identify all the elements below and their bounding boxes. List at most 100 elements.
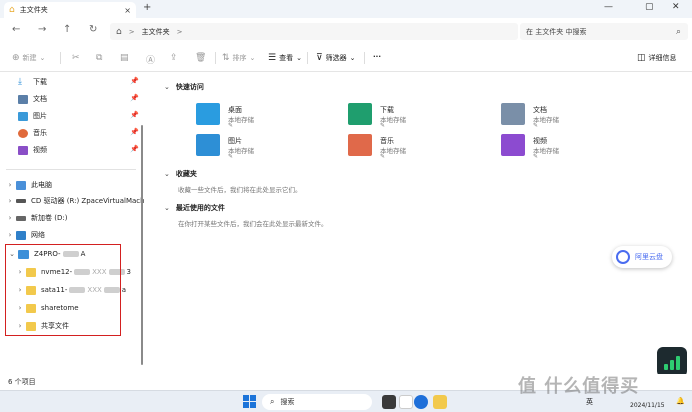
sidebar-item-pictures[interactable]: 图片 <box>0 109 47 123</box>
windows-start-icon[interactable] <box>243 395 256 408</box>
chevron-down-icon: ⌄ <box>349 54 356 62</box>
view-button[interactable]: ☰ 查看 ⌄ <box>268 53 302 63</box>
tab-home[interactable]: ⌂ 主文件夹 × <box>4 2 136 18</box>
back-arrow-icon[interactable]: ← <box>12 24 20 35</box>
navigation-bar: ← → ↑ ↻ ⌂ > 主文件夹 > 在 主文件夹 中搜索 ⌕ <box>0 18 692 44</box>
sidebar-item-documents[interactable]: 文档 <box>0 92 47 106</box>
new-label: 新建 <box>22 54 37 62</box>
tile-videos[interactable]: 视频 本地存储 ✎ <box>501 134 621 162</box>
tile-music[interactable]: 音乐 本地存储 ✎ <box>348 134 468 162</box>
desktop-folder-icon <box>196 103 220 125</box>
rename-icon[interactable]: Ⓐ <box>146 53 158 66</box>
paste-icon[interactable]: ▤ <box>120 53 132 63</box>
pictures-folder-icon <box>196 134 220 156</box>
copy-icon[interactable]: ⧉ <box>96 53 105 63</box>
up-arrow-icon[interactable]: ↑ <box>63 24 71 35</box>
share-icon[interactable]: ⇪ <box>170 53 181 63</box>
pin-icon: 📌 <box>130 94 139 102</box>
chevron-down-icon: ⌄ <box>164 170 170 178</box>
cloud-widget-label: 阿里云盘 <box>635 253 663 261</box>
chevron-down-icon: ⌄ <box>164 204 170 212</box>
sort-button[interactable]: ⇅ 排序 ⌄ <box>222 53 255 63</box>
chevron-down-icon: ⌄ <box>296 54 302 62</box>
minimize-button[interactable]: — <box>604 2 613 12</box>
tile-desktop[interactable]: 桌面 本地存储 ✎ <box>196 103 316 131</box>
sidebar-label: CD 驱动器 (R:) ZpaceVirtualMach <box>31 197 145 205</box>
sidebar-divider <box>6 169 136 170</box>
pictures-icon <box>18 111 28 121</box>
filter-label: 筛选器 <box>325 54 347 62</box>
section-title: 最近使用的文件 <box>175 204 225 212</box>
cd-drive-icon <box>16 199 26 203</box>
section-recent-files[interactable]: ⌄ 最近使用的文件 <box>164 203 225 213</box>
floating-chart-widget[interactable] <box>657 347 687 377</box>
aliyun-drive-widget[interactable]: 阿里云盘 <box>612 246 672 268</box>
command-bar: ⊕ 新建 ⌄ ✂ ⧉ ▤ Ⓐ ⇪ 🗑 ⇅ 排序 ⌄ ☰ 查看 ⌄ ⊽ 筛选器 ⌄… <box>0 44 692 72</box>
chevron-right-icon[interactable]: › <box>4 181 16 189</box>
filter-button[interactable]: ⊽ 筛选器 ⌄ <box>316 53 355 63</box>
chevron-right-icon[interactable]: › <box>4 214 16 222</box>
sidebar-item-music[interactable]: 音乐 <box>0 126 47 140</box>
refresh-icon[interactable]: ↻ <box>89 24 97 35</box>
forward-arrow-icon[interactable]: → <box>38 24 46 35</box>
section-title: 快速访问 <box>175 83 204 91</box>
tab-label: 主文件夹 <box>19 6 48 14</box>
documents-folder-icon <box>501 103 525 125</box>
recent-empty-message: 在你打开某些文件后，我们会在此处显示最新文件。 <box>178 220 328 228</box>
address-bar[interactable]: ⌂ > 主文件夹 > <box>110 23 518 40</box>
tab-close-button[interactable]: × <box>124 6 131 15</box>
share-name-end: 3 <box>126 268 131 276</box>
notification-bell-icon[interactable]: 🔔 <box>676 397 685 405</box>
sidebar-label: 网络 <box>31 231 45 239</box>
item-count: 6 个项目 <box>8 378 36 386</box>
task-view-icon[interactable] <box>382 395 396 409</box>
sidebar-item-videos[interactable]: 视频 <box>0 143 47 157</box>
chevron-right-icon[interactable]: › <box>4 231 16 239</box>
search-input[interactable]: 在 主文件夹 中搜索 ⌕ <box>520 23 688 40</box>
sidebar-label: 文档 <box>33 95 47 103</box>
toolbar-divider <box>307 52 308 64</box>
taskbar-search[interactable]: ⌕ 搜索 <box>262 394 372 410</box>
toolbar-divider <box>215 52 216 64</box>
sidebar-item-network[interactable]: › 网络 <box>0 228 45 242</box>
sidebar-item-this-pc[interactable]: › 此电脑 <box>0 178 52 192</box>
music-icon <box>18 128 28 138</box>
downloads-folder-icon <box>348 103 372 125</box>
pin-icon: ✎ <box>533 153 539 160</box>
tile-documents[interactable]: 文档 本地存储 ✎ <box>501 103 621 131</box>
sidebar-label: 图片 <box>33 112 47 120</box>
tile-pictures[interactable]: 图片 本地存储 ✎ <box>196 134 316 162</box>
app-icon[interactable] <box>399 395 413 409</box>
section-favorites[interactable]: ⌄ 收藏夹 <box>164 169 197 179</box>
sidebar-item-new-volume[interactable]: › 新加卷 (D:) <box>0 211 68 225</box>
details-button[interactable]: ◫ 详细信息 <box>637 53 677 63</box>
sidebar-item-downloads[interactable]: ⤓ 下载 <box>0 75 47 89</box>
section-quick-access[interactable]: ⌄ 快速访问 <box>164 82 204 92</box>
view-label: 查看 <box>279 54 294 62</box>
toolbar-divider <box>364 52 365 64</box>
sidebar-label: 下载 <box>33 78 47 86</box>
browser-icon[interactable] <box>414 395 428 409</box>
favorites-empty-message: 收藏一些文件后，我们将在此处显示它们。 <box>178 186 302 194</box>
new-tab-button[interactable]: + <box>143 2 151 13</box>
plus-icon: ⊕ <box>12 53 20 63</box>
sidebar-item-cd-drive[interactable]: › CD 驱动器 (R:) ZpaceVirtualMach <box>0 194 145 208</box>
home-icon: ⌂ <box>9 5 15 15</box>
maximize-button[interactable]: ▢ <box>645 2 654 12</box>
breadcrumb-home[interactable]: 主文件夹 <box>142 27 170 37</box>
delete-icon[interactable]: 🗑 <box>195 53 209 63</box>
sidebar-scrollbar[interactable] <box>141 125 143 365</box>
new-button[interactable]: ⊕ 新建 ⌄ <box>12 53 45 63</box>
toolbar-divider <box>60 52 61 64</box>
highlight-box <box>5 244 121 336</box>
chevron-right-icon[interactable]: › <box>4 197 16 205</box>
input-language[interactable]: 英 <box>586 397 593 407</box>
drive-icon <box>16 215 26 221</box>
close-window-button[interactable]: ✕ <box>672 2 680 12</box>
more-options-button[interactable]: ··· <box>373 53 381 61</box>
tile-downloads[interactable]: 下载 本地存储 ✎ <box>348 103 468 131</box>
network-icon <box>16 230 26 240</box>
sort-icon: ⇅ <box>222 53 230 63</box>
file-explorer-icon[interactable] <box>433 395 447 409</box>
cut-icon[interactable]: ✂ <box>72 53 83 63</box>
